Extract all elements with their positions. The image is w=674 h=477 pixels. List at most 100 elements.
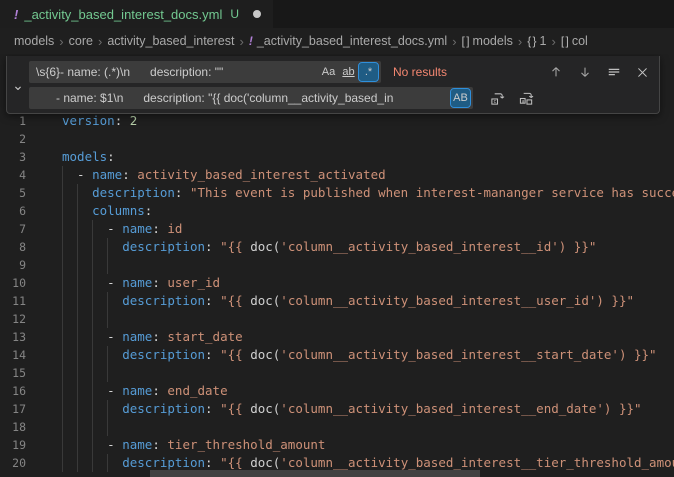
breadcrumb-item[interactable]: !_activity_based_interest_docs.yml: [249, 34, 447, 48]
code-line[interactable]: 10 - name: user_id: [0, 274, 674, 292]
indent-guide: [107, 346, 108, 364]
indent-guide: [92, 256, 93, 274]
breadcrumb-separator: ›: [452, 34, 456, 49]
indent-guide: [92, 346, 93, 364]
code-line-content: - name: end_date: [62, 382, 674, 400]
indent-guide: [62, 202, 63, 220]
breadcrumb-separator: ›: [59, 34, 63, 49]
line-number: 17: [0, 400, 26, 418]
indent-guide: [77, 328, 78, 346]
breadcrumb-item[interactable]: [ ]models: [462, 34, 513, 48]
line-number: 4: [0, 166, 26, 184]
regex-toggle[interactable]: .*: [359, 63, 378, 81]
indent-guide: [77, 454, 78, 472]
indent-guide: [62, 400, 63, 418]
code-line-content: version: 2: [62, 112, 674, 130]
code-line[interactable]: 4 - name: activity_based_interest_activa…: [0, 166, 674, 184]
indent-guide: [92, 238, 93, 256]
indent-guide: [77, 418, 78, 436]
next-match-button[interactable]: [574, 62, 595, 83]
code-line[interactable]: 7 - name: id: [0, 220, 674, 238]
indent-guide: [62, 274, 63, 292]
whole-word-toggle[interactable]: ab: [339, 63, 358, 81]
code-line-content: [62, 418, 674, 436]
code-line[interactable]: 13 - name: start_date: [0, 328, 674, 346]
indent-guide: [107, 256, 108, 274]
code-line[interactable]: 1version: 2: [0, 112, 674, 130]
code-line[interactable]: 12: [0, 310, 674, 328]
code-line[interactable]: 8 description: "{{ doc('column__activity…: [0, 238, 674, 256]
indent-guide: [92, 418, 93, 436]
indent-guide: [62, 418, 63, 436]
code-line-content: description: "{{ doc('column__activity_b…: [62, 292, 674, 310]
modified-dot-icon[interactable]: [253, 10, 261, 18]
indent-guide: [92, 400, 93, 418]
breadcrumb-item[interactable]: models: [14, 34, 54, 48]
indent-guide: [77, 364, 78, 382]
code-line[interactable]: 2: [0, 130, 674, 148]
breadcrumb-label: models: [473, 34, 513, 48]
indent-guide: [62, 310, 63, 328]
replace-all-button[interactable]: a: [516, 88, 537, 109]
code-line[interactable]: 5 description: "This event is published …: [0, 184, 674, 202]
line-number: 15: [0, 364, 26, 382]
breadcrumb-label: core: [69, 34, 93, 48]
line-number: 3: [0, 148, 26, 166]
indent-guide: [77, 256, 78, 274]
code-line-content: [62, 130, 674, 148]
selection-lines-icon: [607, 65, 621, 79]
indent-guide: [92, 454, 93, 472]
line-number: 13: [0, 328, 26, 346]
code-line[interactable]: 15: [0, 364, 674, 382]
toggle-replace-button[interactable]: ⌄: [7, 61, 29, 108]
vscode-window: ! _activity_based_interest_docs.yml U mo…: [0, 0, 674, 477]
yaml-warning-file-icon: !: [14, 7, 18, 22]
code-line[interactable]: 14 description: "{{ doc('column__activit…: [0, 346, 674, 364]
indent-guide: [77, 382, 78, 400]
replace-button[interactable]: c: [487, 88, 508, 109]
breadcrumb-label: _activity_based_interest_docs.yml: [257, 34, 447, 48]
code-line[interactable]: 19 - name: tier_threshold_amount: [0, 436, 674, 454]
find-in-selection-button[interactable]: [603, 62, 624, 83]
line-number: 20: [0, 454, 26, 472]
indent-guide: [77, 274, 78, 292]
line-number: 18: [0, 418, 26, 436]
breadcrumb-item[interactable]: { }1: [527, 34, 546, 48]
preserve-case-toggle[interactable]: AB: [451, 89, 470, 107]
line-number: 19: [0, 436, 26, 454]
horizontal-scrollbar-thumb[interactable]: [150, 470, 480, 477]
match-case-toggle[interactable]: Aa: [319, 63, 338, 81]
previous-match-button[interactable]: [545, 62, 566, 83]
code-line-content: models:: [62, 148, 674, 166]
code-line[interactable]: 17 description: "{{ doc('column__activit…: [0, 400, 674, 418]
code-line[interactable]: 18: [0, 418, 674, 436]
breadcrumb-item[interactable]: [ ]col: [561, 34, 588, 48]
code-line[interactable]: 6 columns:: [0, 202, 674, 220]
editor-tab[interactable]: ! _activity_based_interest_docs.yml U: [0, 0, 273, 28]
code-line[interactable]: 16 - name: end_date: [0, 382, 674, 400]
indent-guide: [62, 382, 63, 400]
indent-guide: [62, 454, 63, 472]
indent-guide: [77, 202, 78, 220]
code-line-content: description: "This event is published wh…: [62, 184, 674, 202]
replace-input[interactable]: - name: $1\n description: "{{ doc('colum…: [29, 87, 473, 109]
indent-guide: [62, 166, 63, 184]
indent-guide: [77, 238, 78, 256]
breadcrumb-item[interactable]: core: [69, 34, 93, 48]
code-line-content: - name: start_date: [62, 328, 674, 346]
code-line[interactable]: 3 models:: [0, 148, 674, 166]
replace-icon: c: [490, 91, 505, 106]
indent-guide: [107, 454, 108, 472]
close-find-widget-button[interactable]: [632, 62, 653, 83]
find-input[interactable]: \s{6}- name: (.*)\n description: "" Aa a…: [29, 61, 381, 83]
line-number: 16: [0, 382, 26, 400]
breadcrumb-separator: ›: [98, 34, 102, 49]
code-line[interactable]: 11 description: "{{ doc('column__activit…: [0, 292, 674, 310]
code-line[interactable]: 9: [0, 256, 674, 274]
code-line-content: - name: tier_threshold_amount: [62, 436, 674, 454]
indent-guide: [77, 292, 78, 310]
indent-guide: [92, 436, 93, 454]
editor[interactable]: 1version: 223 models:4 - name: activity_b…: [0, 54, 674, 477]
line-number: 12: [0, 310, 26, 328]
breadcrumb-item[interactable]: activity_based_interest: [107, 34, 234, 48]
